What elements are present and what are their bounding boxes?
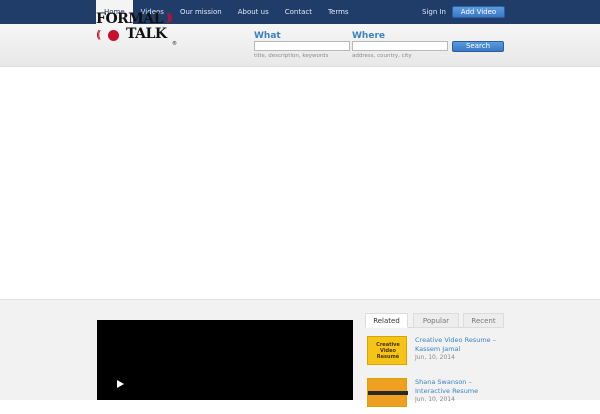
search-button[interactable]: Search <box>452 41 504 52</box>
logo-sound-waves-right-icon: ))) <box>166 11 173 24</box>
logo-red-dot-icon <box>108 30 119 41</box>
add-video-button[interactable]: Add Video <box>452 6 505 18</box>
video-thumbnail[interactable] <box>367 378 408 407</box>
nav-about-us[interactable]: About us <box>230 0 277 24</box>
nav-terms[interactable]: Terms <box>320 0 357 24</box>
video-list-item[interactable]: Creative Video Resumé Creative Video Res… <box>365 336 505 372</box>
thumbnail-graphic <box>368 391 408 395</box>
sign-in-link[interactable]: Sign In <box>412 0 456 24</box>
video-player[interactable] <box>97 320 353 400</box>
logo-sound-waves-left-icon: (( <box>96 28 101 41</box>
logo-text-line2: TALK <box>126 26 167 42</box>
play-icon[interactable] <box>117 380 124 388</box>
what-input[interactable] <box>254 41 350 51</box>
where-label: Where <box>352 31 385 41</box>
where-input[interactable] <box>352 41 448 51</box>
tab-recent[interactable]: Recent <box>463 313 504 328</box>
video-date: Jun, 10, 2014 <box>415 354 455 361</box>
tab-popular[interactable]: Popular <box>413 313 459 328</box>
tab-related[interactable]: Related <box>365 313 408 328</box>
video-title-link[interactable]: Creative Video Resume – Kassem Jamal <box>415 336 505 354</box>
sidebar-tabs: Related Popular Recent <box>365 313 504 328</box>
what-label: What <box>254 31 281 41</box>
thumbnail-caption: Creative Video Resumé <box>376 342 400 360</box>
nav-contact[interactable]: Contact <box>277 0 320 24</box>
what-hint: title, description, keywords <box>254 53 329 59</box>
top-nav-bar: Home Videos Our mission About us Contact… <box>0 0 600 24</box>
logo-registered-mark: ® <box>172 41 177 47</box>
where-hint: address, country, city <box>352 53 412 59</box>
formaltalk-logo[interactable]: FORMAL ))) (( TALK ® <box>96 11 182 47</box>
video-thumbnail[interactable]: Creative Video Resumé <box>367 336 407 365</box>
logo-text-line1: FORMAL <box>96 11 163 27</box>
video-list-item[interactable]: Shana Swanson – Interactive Resume Jun, … <box>365 378 505 414</box>
video-title-link[interactable]: Shana Swanson – Interactive Resume <box>415 378 505 396</box>
